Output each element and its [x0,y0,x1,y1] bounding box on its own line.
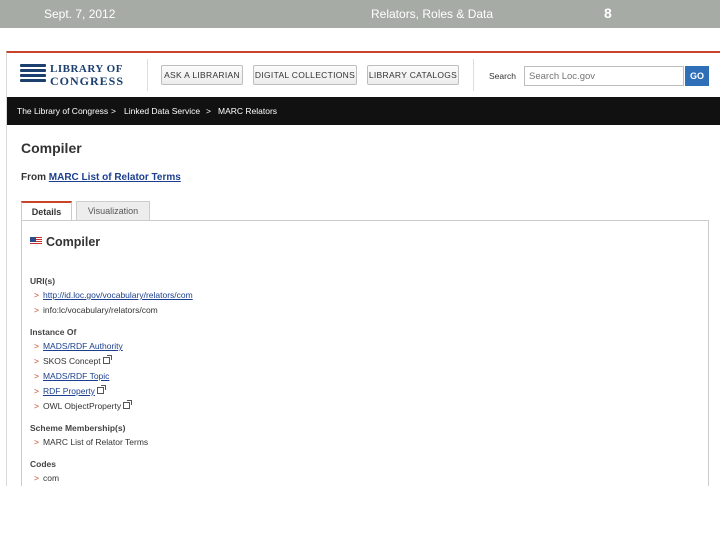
search-go-button[interactable]: GO [685,66,709,86]
bullet-icon: > [34,401,39,411]
bullet-icon: > [34,290,39,300]
external-link-icon[interactable] [102,355,112,364]
breadcrumb-item-loc[interactable]: The Library of Congress [17,106,108,116]
bullet-icon: > [34,305,39,315]
banner-divider [147,59,148,91]
breadcrumb: The Library of Congress > Linked Data Se… [7,97,720,125]
scheme-heading: Scheme Membership(s) [30,423,126,433]
slide-title: Relators, Roles & Data [371,7,494,21]
digital-collections-button[interactable]: DIGITAL COLLECTIONS [253,65,357,85]
instance-item: > MADS/RDF Authority [34,341,123,351]
library-catalogs-button[interactable]: LIBRARY CATALOGS [367,65,459,85]
logo-text-line2: CONGRESS [50,74,125,88]
uri-text: info:lc/vocabulary/relators/com [42,305,158,315]
tab-visualization[interactable]: Visualization [76,201,150,221]
scheme-text: MARC List of Relator Terms [42,437,149,447]
loc-logo-icon [20,64,46,86]
record-title: Compiler [30,235,100,249]
uri-item: > http://id.loc.gov/vocabulary/relators/c… [34,290,193,300]
bullet-icon: > [34,386,39,396]
bullet-icon: > [34,356,39,366]
search-input[interactable] [524,66,684,86]
tab-details[interactable]: Details [21,201,72,221]
breadcrumb-item-linked-data[interactable]: Linked Data Service [124,106,200,116]
bullet-icon: > [34,473,39,483]
breadcrumb-separator: > [111,106,116,116]
uri-link[interactable]: http://id.loc.gov/vocabulary/relators/co… [43,290,193,300]
instance-link[interactable]: MADS/RDF Authority [43,341,123,351]
bullet-icon: > [34,371,39,381]
page-title: Compiler [21,140,82,156]
uri-item: > info:lc/vocabulary/relators/com [34,305,158,315]
instance-link[interactable]: RDF Property [43,386,95,396]
instance-item: > RDF Property [34,385,106,396]
web-page-screenshot: LIBRARY OF CONGRESS ASK A LIBRARIAN DIGI… [6,51,720,486]
code-item: > com [34,473,59,483]
instance-link[interactable]: MADS/RDF Topic [43,371,109,381]
ask-a-librarian-button[interactable]: ASK A LIBRARIAN [161,65,243,85]
slide-date: Sept. 7, 2012 [44,7,116,21]
instance-of-heading: Instance Of [30,327,77,337]
codes-heading: Codes [30,459,56,469]
bullet-icon: > [34,341,39,351]
instance-text: OWL ObjectProperty [42,401,122,411]
uris-heading: URI(s) [30,276,56,286]
instance-item: > MADS/RDF Topic [34,371,109,381]
slide-header-bar: Sept. 7, 2012 Relators, Roles & Data 8 [0,0,720,28]
from-prefix: From [21,172,46,183]
external-link-icon[interactable] [96,385,106,394]
code-text: com [42,473,60,483]
record-title-text: Compiler [46,235,101,249]
instance-item: > OWL ObjectProperty [34,400,133,411]
external-link-icon[interactable] [123,400,133,409]
from-vocabulary-link[interactable]: MARC List of Relator Terms [49,172,181,183]
us-flag-icon [30,237,42,245]
breadcrumb-separator: > [206,106,211,116]
from-line: From MARC List of Relator Terms [21,172,181,183]
instance-text: SKOS Concept [42,356,101,366]
scheme-item: > MARC List of Relator Terms [34,437,148,447]
slide-page-number: 8 [604,5,612,21]
search-label: Search [489,71,516,81]
site-banner: LIBRARY OF CONGRESS ASK A LIBRARIAN DIGI… [7,53,720,97]
instance-item: > SKOS Concept [34,355,112,366]
loc-logo[interactable]: LIBRARY OF CONGRESS [20,63,130,89]
breadcrumb-item-marc-relators: MARC Relators [218,106,278,116]
bullet-icon: > [34,437,39,447]
details-panel: Compiler URI(s) > http://id.loc.gov/vocab… [21,220,709,486]
banner-divider [473,59,474,91]
